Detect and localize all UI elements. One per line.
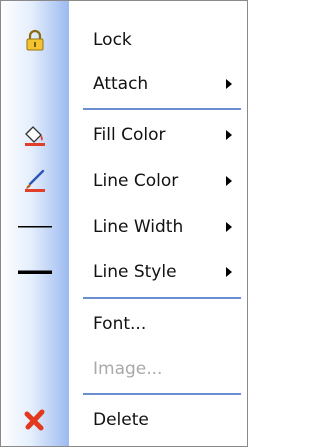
menu-item-image: Image... (1, 347, 247, 391)
menu-item-label: Line Width (93, 217, 184, 237)
menu-item-attach[interactable]: Attach (1, 62, 247, 106)
menu-item-label: Attach (93, 74, 149, 94)
menu-separator (83, 393, 241, 395)
menu-item-line-style[interactable]: Line Style (1, 250, 247, 294)
menu-item-label: Line Color (93, 171, 179, 191)
menu-item-line-width[interactable]: Line Width (1, 205, 247, 249)
menu-item-lock[interactable]: Lock (1, 18, 247, 62)
submenu-arrow-icon (226, 176, 232, 186)
fill-color-icon (1, 113, 69, 157)
context-menu: Lock Attach Fill Color Line Color Line W… (0, 0, 248, 447)
menu-item-label: Lock (93, 30, 132, 50)
submenu-arrow-icon (226, 267, 232, 277)
menu-item-label: Line Style (93, 262, 177, 282)
menu-item-label: Font... (93, 314, 147, 334)
menu-item-font[interactable]: Font... (1, 302, 247, 346)
line-width-icon (1, 205, 69, 249)
menu-item-label: Fill Color (93, 125, 166, 145)
submenu-arrow-icon (226, 130, 232, 140)
menu-item-delete[interactable]: Delete (1, 398, 247, 442)
menu-item-fill-color[interactable]: Fill Color (1, 113, 247, 157)
menu-separator (83, 297, 241, 299)
line-color-icon (1, 159, 69, 203)
line-style-icon (1, 250, 69, 294)
menu-item-label: Image... (93, 359, 163, 379)
submenu-arrow-icon (226, 222, 232, 232)
lock-icon (1, 18, 69, 62)
menu-item-label: Delete (93, 410, 149, 430)
delete-icon (1, 398, 69, 442)
menu-separator (83, 108, 241, 110)
submenu-arrow-icon (226, 79, 232, 89)
menu-item-line-color[interactable]: Line Color (1, 159, 247, 203)
